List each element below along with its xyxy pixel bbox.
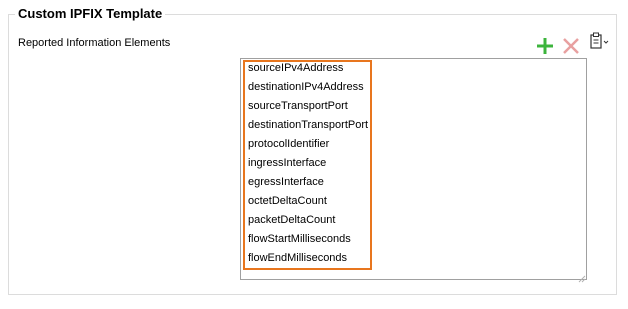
clipboard-icon: [590, 32, 609, 49]
list-item[interactable]: sourceTransportPort: [248, 98, 368, 117]
group-title: Custom IPFIX Template: [15, 6, 166, 22]
information-elements-list: sourceIPv4Address destinationIPv4Address…: [248, 60, 368, 269]
list-item[interactable]: flowEndMilliseconds: [248, 250, 368, 269]
list-item[interactable]: egressInterface: [248, 174, 368, 193]
list-item[interactable]: destinationIPv4Address: [248, 79, 368, 98]
list-item[interactable]: protocolIdentifier: [248, 136, 368, 155]
list-item[interactable]: flowStartMilliseconds: [248, 231, 368, 250]
remove-element-button[interactable]: [561, 36, 581, 56]
list-item[interactable]: octetDeltaCount: [248, 193, 368, 212]
x-icon: [563, 38, 579, 54]
resize-grip[interactable]: [577, 270, 586, 283]
plus-icon: [537, 38, 553, 54]
paste-dropdown-button[interactable]: [589, 32, 613, 50]
reported-elements-label: Reported Information Elements: [18, 37, 171, 49]
list-item[interactable]: ingressInterface: [248, 155, 368, 174]
list-item[interactable]: packetDeltaCount: [248, 212, 368, 231]
resize-grip-icon: [578, 275, 586, 283]
add-element-button[interactable]: [535, 36, 555, 56]
list-item[interactable]: sourceIPv4Address: [248, 60, 368, 79]
list-item[interactable]: destinationTransportPort: [248, 117, 368, 136]
